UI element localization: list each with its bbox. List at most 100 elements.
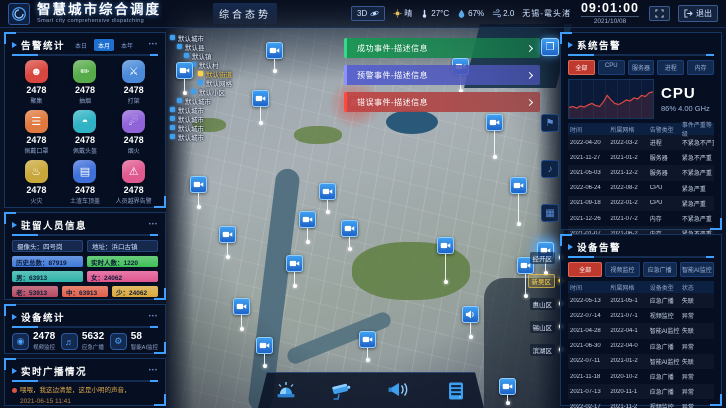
marker-base-dot — [183, 91, 187, 95]
alarm-stat-item[interactable]: ▤ 2478 土渣车顶盖 — [61, 160, 110, 205]
filter-tab[interactable]: 全部 — [568, 262, 602, 277]
event-toast[interactable]: 成功事件-描述信息 — [344, 38, 540, 58]
clock: 09:01:00 2021/10/08 — [581, 2, 639, 26]
table-row[interactable]: 2022-06-24 2022-08-2 CPU 紧急严重 — [568, 181, 714, 196]
table-row[interactable]: 2021-07-13 2020-11-1 应急广播 异常 — [568, 384, 714, 399]
table-row[interactable]: 2021-12-26 2021-07-2 内存 不紧急严重 — [568, 211, 714, 226]
camera-marker[interactable] — [341, 220, 358, 251]
camera-marker[interactable] — [190, 176, 207, 209]
alarm-stat-item[interactable]: ☄ 2478 烟火 — [109, 110, 158, 155]
district-stop[interactable]: 新吴区 — [520, 269, 564, 292]
more-menu-icon[interactable]: ••• — [149, 368, 158, 374]
more-menu-icon[interactable]: ••• — [149, 314, 158, 320]
district-stop[interactable]: 锡山区 — [520, 315, 564, 338]
ai-monitor-icon: ⚙ — [110, 333, 127, 350]
camera-marker[interactable] — [266, 42, 283, 73]
camera-marker[interactable] — [359, 331, 376, 362]
marker-stem — [294, 272, 295, 284]
filter-tab[interactable]: 智能AI监控 — [680, 262, 714, 277]
title-arrow-icon — [12, 314, 17, 320]
alarm-stat-item[interactable]: ◓ 2478 佩戴头盔 — [61, 110, 110, 155]
filter-tab[interactable]: CPU — [598, 60, 625, 75]
alarm-count: 2478 — [26, 85, 46, 95]
siren-icon[interactable] — [272, 377, 300, 405]
period-tab[interactable]: 本日 — [71, 39, 91, 51]
cube-icon — [170, 116, 175, 121]
table-row[interactable]: 2022-04-20 2022-03-2 进程 不紧急不严重 — [568, 135, 714, 150]
camera-marker[interactable] — [176, 62, 193, 95]
layers-icon[interactable]: ❐ — [541, 38, 559, 56]
event-toast[interactable]: 预警事件-描述信息 — [344, 65, 540, 85]
camera-marker[interactable] — [499, 378, 516, 405]
table-row[interactable]: 2022-05-13 2021-05-1 应急广播 失联 — [568, 293, 714, 308]
tree-node[interactable]: 默认城市 — [170, 132, 232, 141]
personnel-info-panel: 驻留人员信息 ••• 摄像头：四号岗地址：浜口古镇 历史总数：87919实时人数… — [4, 212, 166, 300]
table-row[interactable]: 2021-04-28 2022-04-1 智能AI监控 失联 — [568, 323, 714, 338]
table-row[interactable]: 2021-05-03 2021-12-2 服务器 不紧急严重 — [568, 165, 714, 180]
flag-icon[interactable]: ⚑ — [541, 114, 559, 132]
device-stat-item[interactable]: ♬ 5632 应急广播 — [61, 332, 104, 351]
cube-icon — [170, 134, 175, 139]
alarm-stat-item[interactable]: ☻ 2478 聚集 — [12, 60, 61, 105]
filter-tab[interactable]: 全部 — [568, 60, 595, 75]
table-row[interactable]: 2022-02-17 2021-11-2 视频监控 异常 — [568, 399, 714, 408]
marker-stem — [274, 59, 275, 69]
district-label: 惠山区 — [530, 298, 556, 310]
camera-marker[interactable] — [319, 183, 336, 214]
speaker-marker[interactable] — [462, 306, 479, 339]
alarm-stat-item[interactable]: ☰ 2478 佩戴口罩 — [12, 110, 61, 155]
alarm-stat-item[interactable]: ✏ 2478 抽烟 — [61, 60, 110, 105]
device-stat-item[interactable]: ⚙ 58 智能AI监控 — [110, 332, 158, 351]
table-row[interactable]: 2021-11-27 2021-01-2 服务器 紧急不严重 — [568, 150, 714, 165]
device-stat-item[interactable]: ◉ 2478 视频监控 — [12, 332, 55, 351]
filter-tab[interactable]: 进程 — [657, 60, 684, 75]
marker-base-dot — [493, 155, 497, 159]
filter-tab[interactable]: 内存 — [687, 60, 714, 75]
camera-marker[interactable] — [437, 237, 454, 284]
server-rack-icon[interactable] — [442, 377, 470, 405]
more-menu-icon[interactable]: ••• — [149, 42, 158, 48]
sun-icon — [393, 9, 402, 18]
table-row[interactable]: 2021-11-18 2020-10-2 应急广播 异常 — [568, 369, 714, 384]
speaker-icon[interactable]: ♪ — [541, 160, 559, 178]
period-tab[interactable]: 本月 — [94, 39, 114, 51]
table-row[interactable]: 2021-06-30 2022-04-0 应急广播 异常 — [568, 339, 714, 354]
tab-overview[interactable]: 综合态势 — [213, 3, 277, 24]
alarm-count: 2478 — [124, 185, 144, 195]
page-title: 智慧城市综合调度 — [37, 3, 161, 17]
alarm-stat-item[interactable]: ♨ 2478 火灾 — [12, 160, 61, 205]
table-row[interactable]: 2022-07-14 2021-07-1 视频监控 异常 — [568, 308, 714, 323]
stat-pill: 老：53913 — [12, 286, 58, 297]
district-stop[interactable]: 滨湖区 — [520, 338, 564, 361]
more-menu-icon[interactable]: ••• — [149, 222, 158, 228]
event-toast[interactable]: 错误事件-描述信息 — [344, 92, 540, 112]
camera-marker[interactable] — [252, 90, 269, 125]
district-stop[interactable]: 经开区 — [520, 246, 564, 269]
alarm-stat-item[interactable]: ⚔ 2478 打架 — [109, 60, 158, 105]
device-label: 应急广播 — [82, 343, 104, 351]
camera-marker[interactable] — [233, 298, 250, 331]
view-mode-3d-button[interactable]: 3D — [351, 6, 385, 21]
period-tab[interactable]: 本年 — [117, 39, 137, 51]
exit-button[interactable]: 退出 — [678, 5, 718, 22]
filter-tab[interactable]: 服务器 — [628, 60, 655, 75]
marker-base-dot — [197, 205, 201, 209]
table-row[interactable]: 2021-09-18 2022-01-2 CPU 紧急严重 — [568, 196, 714, 211]
loudspeaker-icon[interactable] — [385, 377, 413, 405]
alarm-stat-item[interactable]: ⚠ 2478 人员越界告警 — [109, 160, 158, 205]
cctv-camera-icon[interactable] — [329, 377, 357, 405]
camera-marker[interactable] — [510, 177, 527, 226]
table-row[interactable]: 2022-07-11 2021-01-2 智能AI监控 失联 — [568, 354, 714, 369]
filter-tab[interactable]: 应急广播 — [643, 262, 677, 277]
district-stop[interactable]: 惠山区 — [520, 292, 564, 315]
filter-tab[interactable]: 视频监控 — [605, 262, 639, 277]
camera-marker[interactable] — [256, 337, 273, 368]
alarm-count: 2478 — [75, 185, 95, 195]
archive-icon[interactable]: ▦ — [541, 204, 559, 222]
camera-marker[interactable] — [299, 211, 316, 244]
fullscreen-button[interactable] — [649, 6, 670, 21]
camera-marker[interactable] — [486, 114, 503, 159]
cube-icon — [198, 71, 203, 76]
camera-marker[interactable] — [286, 255, 303, 288]
camera-marker[interactable] — [219, 226, 236, 259]
